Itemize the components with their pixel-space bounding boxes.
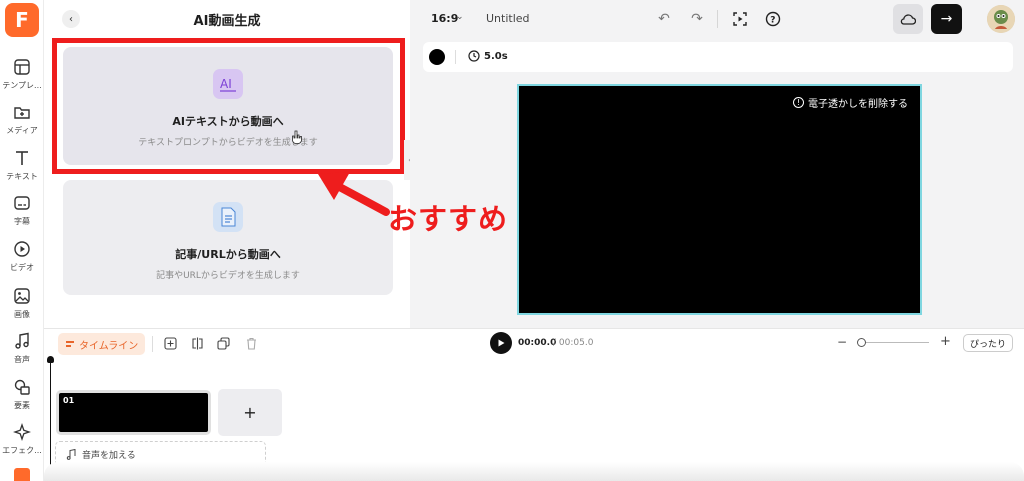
add-icon[interactable] (162, 335, 178, 351)
logo-letter: F (15, 8, 29, 32)
rail-label: 要素 (14, 401, 30, 410)
toolbar-divider (717, 10, 718, 28)
play-button[interactable] (490, 332, 512, 354)
duration-value: 5.0s (484, 50, 508, 62)
rail-label: テンプレ... (2, 81, 42, 90)
cloud-icon (900, 14, 916, 25)
timeline-tab-label: タイムライン (79, 340, 139, 352)
duplicate-icon[interactable] (215, 335, 231, 351)
clock-icon (468, 50, 480, 62)
help-icon[interactable]: ? (764, 10, 782, 28)
rail-label: メディア (6, 126, 38, 135)
document-icon (213, 202, 243, 232)
fit-button[interactable]: ぴったり (963, 334, 1014, 352)
timeline-tab[interactable]: タイムライン (58, 333, 146, 355)
arrow-right-icon: → (940, 11, 953, 27)
highlight-box (52, 38, 405, 174)
rail-item-templates[interactable]: テンプレ... (0, 56, 44, 102)
sparkle-icon (13, 423, 31, 441)
timeline: タイムライン 00:00.0 / 00:05.0 − + ぴったり 01 + 音… (44, 328, 1024, 481)
music-note-icon (66, 448, 76, 460)
left-rail: F テンプレ... メディア テキスト 字幕 ビデオ 画像 音声 要素 エフェク… (0, 0, 44, 481)
rail-label: 字幕 (14, 217, 30, 226)
divider (455, 50, 456, 64)
panel-header: ‹ AI動画生成 (44, 0, 410, 36)
app-logo[interactable]: F (5, 3, 39, 37)
music-note-icon (15, 332, 29, 349)
divider (152, 336, 153, 352)
image-icon (14, 288, 30, 304)
shapes-icon (14, 379, 30, 395)
redo-icon[interactable]: ↷ (688, 10, 706, 28)
template-icon (14, 59, 30, 75)
media-add-icon (14, 107, 30, 119)
undo-icon[interactable]: ↶ (655, 10, 673, 28)
svg-text:?: ? (770, 16, 775, 26)
text-icon (16, 151, 28, 165)
editor-area: 16:9 ⌄ Untitled ↶ ↷ ? → 5.0s ! 電子透かしを削除す… (410, 0, 1024, 328)
zoom-slider-handle[interactable] (857, 338, 866, 347)
toolbox-icon[interactable] (14, 468, 30, 481)
current-time: 00:00.0 (518, 338, 557, 348)
subtitle-icon (14, 196, 30, 210)
rail-label: 画像 (14, 310, 30, 319)
rail-label: エフェク... (2, 446, 42, 455)
card-title: 記事/URLから動画へ (175, 248, 281, 261)
rail-item-effects[interactable]: エフェク... (0, 421, 44, 467)
rail-item-media[interactable]: メディア (0, 101, 44, 147)
zoom-in-icon[interactable]: + (940, 334, 951, 349)
total-time: / 00:05.0 (553, 338, 594, 348)
card-subtitle: 記事やURLからビデオを生成します (156, 271, 300, 281)
panel-title: AI動画生成 (193, 14, 261, 29)
cloud-save-button[interactable] (893, 4, 923, 34)
info-icon: ! (793, 97, 804, 108)
zoom-slider[interactable] (859, 342, 929, 343)
rail-item-text[interactable]: テキスト (0, 147, 44, 193)
user-avatar[interactable] (987, 5, 1015, 33)
playhead-handle[interactable] (47, 356, 54, 363)
background-color-picker[interactable] (429, 49, 445, 65)
rail-item-elements[interactable]: 要素 (0, 376, 44, 422)
rail-item-image[interactable]: 画像 (0, 285, 44, 331)
recommend-annotation: おすすめ (388, 202, 509, 236)
add-audio-label: 音声を加える (82, 450, 136, 461)
rail-item-video[interactable]: ビデオ (0, 238, 44, 284)
properties-bar: 5.0s (423, 42, 1013, 72)
rail-item-subtitles[interactable]: 字幕 (0, 192, 44, 238)
aspect-ratio-selector[interactable]: 16:9 (431, 12, 458, 25)
delete-icon[interactable] (243, 335, 259, 351)
watermark-label: 電子透かしを削除する (808, 99, 908, 110)
split-icon[interactable] (189, 335, 205, 351)
timeline-icon (66, 341, 74, 347)
scene-clip[interactable]: 01 (56, 390, 211, 435)
editor-topbar: 16:9 ⌄ Untitled ↶ ↷ ? → (410, 0, 1024, 38)
bottom-edge (44, 462, 1024, 481)
preview-icon[interactable] (731, 10, 749, 28)
clip-number: 01 (63, 396, 75, 405)
rail-label: テキスト (6, 172, 38, 181)
add-scene-button[interactable]: + (218, 389, 282, 436)
document-title[interactable]: Untitled (486, 12, 530, 25)
duration-control[interactable]: 5.0s (468, 50, 508, 62)
export-button[interactable]: → (931, 4, 962, 34)
remove-watermark-button[interactable]: ! 電子透かしを削除する (793, 95, 908, 110)
rail-label: ビデオ (10, 263, 34, 272)
rail-item-audio[interactable]: 音声 (0, 330, 44, 376)
chevron-down-icon[interactable]: ⌄ (456, 12, 464, 22)
video-play-icon (14, 241, 30, 257)
video-canvas[interactable]: ! 電子透かしを削除する (517, 84, 922, 315)
play-icon (498, 339, 505, 347)
zoom-out-icon[interactable]: − (837, 335, 847, 349)
annotation-arrow (318, 172, 390, 216)
rail-label: 音声 (14, 355, 30, 364)
